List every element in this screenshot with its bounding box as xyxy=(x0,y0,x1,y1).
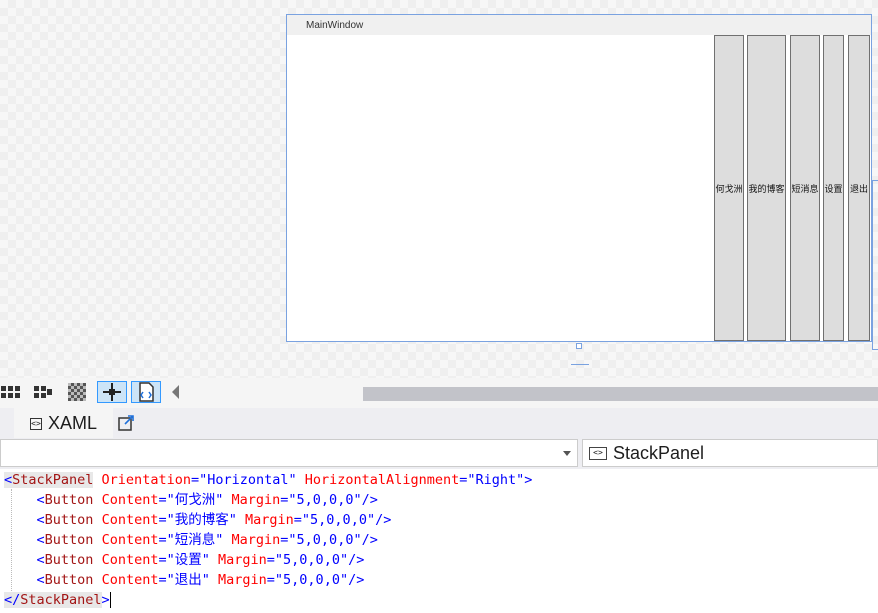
xaml-icon: <> xyxy=(30,417,42,430)
code-token: /> xyxy=(375,512,392,528)
code-token: < xyxy=(4,472,13,488)
code-token: Margin xyxy=(223,492,281,508)
tab-xaml-label: XAML xyxy=(48,413,98,433)
code-token: HorizontalAlignment xyxy=(296,472,460,488)
code-token: "5,0,0,0" xyxy=(301,512,376,528)
code-line-4: <Button Content="短消息" Margin="5,0,0,0"/> xyxy=(4,530,378,550)
code-token: "设置" xyxy=(166,552,210,568)
code-token: Margin xyxy=(209,552,267,568)
element-icon: <> xyxy=(589,446,607,460)
code-token: /> xyxy=(361,492,378,508)
code-token: Button xyxy=(44,492,94,508)
scroll-left-icon[interactable] xyxy=(172,385,179,399)
designer-canvas[interactable]: MainWindow 何戈洲 我的博客 短消息 设置 退出 xyxy=(0,0,878,378)
main-window-preview[interactable]: MainWindow 何戈洲 我的博客 短消息 设置 退出 xyxy=(286,14,872,342)
code-token: StackPanel xyxy=(12,472,94,488)
code-token: < xyxy=(36,492,45,508)
element-dropdown-value: StackPanel xyxy=(613,442,705,463)
code-token: = xyxy=(190,472,200,488)
code-token: = xyxy=(158,512,167,528)
code-token: StackPanel xyxy=(20,592,102,608)
code-token: Button xyxy=(44,512,94,528)
project-code-icon[interactable] xyxy=(131,381,161,403)
code-token: < xyxy=(36,572,45,588)
tab-xaml[interactable]: <> XAML xyxy=(14,408,114,439)
designer-toolbar xyxy=(0,378,878,408)
code-token: Content xyxy=(93,492,159,508)
button-settings[interactable]: 设置 xyxy=(823,35,844,341)
code-token: Content xyxy=(93,572,159,588)
code-line-5: <Button Content="设置" Margin="5,0,0,0"/> xyxy=(4,550,365,570)
text-caret xyxy=(109,592,111,608)
element-dropdown[interactable]: <> StackPanel xyxy=(582,439,878,467)
code-token: = xyxy=(293,512,302,528)
code-token: "Horizontal" xyxy=(199,472,297,488)
navigation-bar: <> StackPanel xyxy=(0,438,878,469)
button-messages[interactable]: 短消息 xyxy=(790,35,820,341)
code-token: "退出" xyxy=(166,572,210,588)
code-token: /> xyxy=(361,532,378,548)
code-token: = xyxy=(158,532,167,548)
snap-grid-icon[interactable] xyxy=(32,381,54,403)
code-token: </ xyxy=(4,592,21,608)
margin-indicator xyxy=(571,364,589,365)
button-my-blog[interactable]: 我的博客 xyxy=(747,35,786,341)
resize-handle-bottom[interactable] xyxy=(576,343,582,349)
code-line-6: <Button Content="退出" Margin="5,0,0,0"/> xyxy=(4,570,365,590)
code-token: "5,0,0,0" xyxy=(288,532,362,548)
code-token: "5,0,0,0" xyxy=(274,572,349,588)
xaml-code-editor[interactable]: <StackPanel Orientation="Horizontal" Hor… xyxy=(0,469,878,613)
code-token: = xyxy=(158,492,167,508)
chevron-down-icon[interactable] xyxy=(563,451,571,456)
code-token: "短消息" xyxy=(166,532,224,548)
editor-tabstrip: <> XAML xyxy=(0,408,878,440)
popout-icon[interactable] xyxy=(118,415,134,431)
code-token: "我的博客" xyxy=(166,512,237,528)
code-line-2: <Button Content="何戈洲" Margin="5,0,0,0"/> xyxy=(4,490,378,510)
resize-handle-right[interactable] xyxy=(872,180,878,350)
code-token: "何戈洲" xyxy=(166,492,224,508)
code-token: Margin xyxy=(209,572,267,588)
code-token: Margin xyxy=(223,532,281,548)
grid-icon[interactable] xyxy=(0,381,22,403)
button-hegezhou[interactable]: 何戈洲 xyxy=(714,35,744,341)
type-dropdown[interactable] xyxy=(0,439,578,467)
code-token: Button xyxy=(44,532,94,548)
transparency-icon[interactable] xyxy=(66,381,88,403)
code-token: /> xyxy=(348,552,365,568)
code-token: = xyxy=(266,572,275,588)
snap-lines-icon[interactable] xyxy=(97,381,127,403)
code-token: < xyxy=(36,512,45,528)
code-token: = xyxy=(158,572,167,588)
code-token: /> xyxy=(348,572,365,588)
code-token: "5,0,0,0" xyxy=(274,552,349,568)
code-token: = xyxy=(266,552,275,568)
code-token: "5,0,0,0" xyxy=(288,492,362,508)
code-token: > xyxy=(524,472,533,488)
code-token: Margin xyxy=(236,512,294,528)
code-token: Content xyxy=(93,532,159,548)
code-token: < xyxy=(36,552,45,568)
window-title: MainWindow xyxy=(287,15,871,35)
code-token: Orientation xyxy=(93,472,191,488)
code-token: > xyxy=(101,592,110,608)
code-token: Button xyxy=(44,572,94,588)
code-token: Content xyxy=(93,512,159,528)
code-token: Content xyxy=(93,552,159,568)
code-line-1: <StackPanel Orientation="Horizontal" Hor… xyxy=(4,470,532,490)
code-line-7: </StackPanel> xyxy=(4,590,111,610)
code-token: < xyxy=(36,532,45,548)
code-token: "Right" xyxy=(467,472,525,488)
horizontal-scrollbar[interactable] xyxy=(363,387,878,401)
code-token: Button xyxy=(44,552,94,568)
button-exit[interactable]: 退出 xyxy=(848,35,870,341)
code-token: = xyxy=(158,552,167,568)
code-line-3: <Button Content="我的博客" Margin="5,0,0,0"/… xyxy=(4,510,392,530)
